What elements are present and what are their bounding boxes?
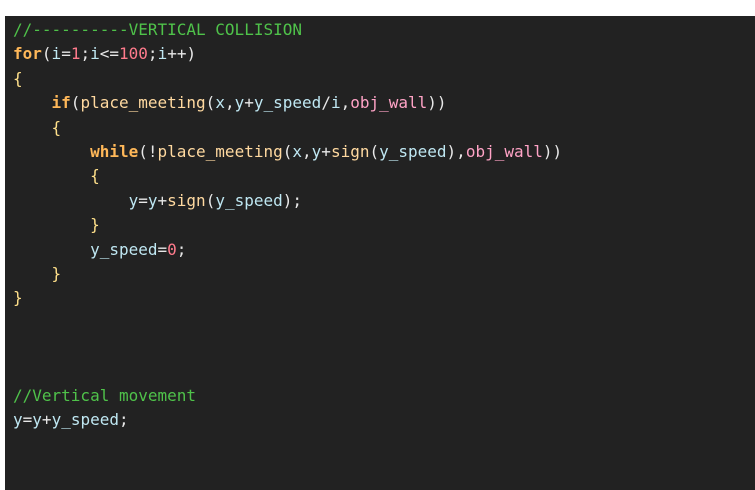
code-token: } — [51, 263, 62, 283]
code-text-area[interactable]: //----------VERTICAL COLLISION for(i=1;i<… — [13, 18, 755, 433]
code-token: 0 — [167, 239, 177, 259]
code-token: y — [147, 190, 158, 210]
code-line[interactable]: { — [13, 164, 755, 188]
code-token: y — [32, 410, 42, 430]
code-token: y — [128, 190, 139, 210]
code-line[interactable]: y=y+y_speed; — [13, 408, 755, 432]
code-token: ( — [282, 141, 293, 161]
code-token: , — [302, 141, 312, 161]
code-line[interactable]: if(place_meeting(x,y+y_speed/i,obj_wall)… — [13, 91, 755, 115]
code-token: } — [13, 288, 23, 308]
code-token: + — [41, 410, 52, 430]
code-token: obj_wall — [350, 93, 428, 113]
code-line[interactable]: } — [13, 262, 755, 286]
code-token: y_speed — [215, 190, 283, 210]
code-token: { — [90, 166, 100, 186]
code-token: , — [224, 93, 235, 113]
code-token: 100 — [119, 44, 148, 64]
code-line[interactable]: } — [13, 286, 755, 310]
code-token: )) — [542, 141, 563, 161]
code-line[interactable] — [13, 359, 755, 383]
code-token: y — [13, 410, 23, 430]
code-line[interactable]: //Vertical movement — [13, 384, 755, 408]
code-token: , — [340, 93, 351, 113]
code-token: if — [51, 93, 71, 113]
code-token: y — [234, 93, 245, 113]
code-token: i — [330, 93, 341, 113]
code-line[interactable] — [13, 335, 755, 359]
code-line[interactable]: y_speed=0; — [13, 238, 755, 262]
code-line[interactable]: { — [13, 116, 755, 140]
code-token: ( — [70, 93, 81, 113]
code-token: y_speed — [379, 141, 447, 161]
code-token: sign — [330, 141, 370, 161]
code-line[interactable]: for(i=1;i<=100;i++) — [13, 42, 755, 66]
code-token: ( — [205, 93, 216, 113]
code-token: + — [157, 190, 168, 210]
code-token: place_meeting — [80, 93, 206, 113]
code-token: { — [13, 68, 23, 88]
code-token: ( — [41, 44, 52, 64]
code-token: ( — [205, 190, 216, 210]
code-line[interactable]: //----------VERTICAL COLLISION — [13, 18, 755, 42]
code-line[interactable]: y=y+sign(y_speed); — [13, 189, 755, 213]
code-token: y_speed — [90, 239, 158, 259]
code-token: x — [292, 141, 303, 161]
code-token: } — [90, 215, 100, 235]
code-token: = — [138, 190, 148, 210]
code-token: )) — [427, 93, 447, 113]
code-token: ); — [282, 190, 303, 210]
code-token: i — [90, 44, 100, 64]
code-token: + — [244, 93, 254, 113]
code-token: ; — [119, 410, 129, 430]
code-token: ++) — [167, 44, 197, 64]
code-token: place_meeting — [157, 141, 283, 161]
code-token: { — [51, 117, 62, 137]
code-token: = — [22, 410, 33, 430]
code-token: sign — [167, 190, 206, 210]
code-line[interactable]: { — [13, 67, 755, 91]
code-token: obj_wall — [465, 141, 543, 161]
code-token: + — [321, 141, 331, 161]
code-line[interactable]: } — [13, 213, 755, 237]
code-editor-panel[interactable]: //----------VERTICAL COLLISION for(i=1;i<… — [5, 16, 755, 490]
code-token: ), — [446, 141, 466, 161]
code-token: (! — [138, 141, 158, 161]
code-token: while — [90, 141, 139, 161]
code-token: y_speed — [253, 93, 322, 113]
code-token: i — [51, 44, 62, 64]
code-token: //----------VERTICAL COLLISION — [13, 20, 302, 39]
code-token: ; — [80, 44, 91, 64]
code-editor-window: //----------VERTICAL COLLISION for(i=1;i<… — [0, 0, 755, 490]
code-token: //Vertical movement — [13, 385, 197, 405]
code-line[interactable]: while(!place_meeting(x,y+sign(y_speed),o… — [13, 140, 755, 164]
code-token: i — [157, 44, 168, 64]
code-token: = — [157, 239, 168, 259]
code-token: x — [215, 93, 225, 113]
code-token: for — [13, 44, 42, 64]
code-token: ( — [369, 141, 380, 161]
code-token: <= — [99, 44, 120, 64]
code-token: ; — [147, 44, 158, 64]
code-token: = — [61, 44, 71, 64]
code-token: y — [311, 141, 322, 161]
code-line[interactable] — [13, 311, 755, 335]
code-token: / — [321, 93, 331, 113]
code-token: y_speed — [51, 410, 119, 430]
code-token: ; — [176, 239, 187, 259]
